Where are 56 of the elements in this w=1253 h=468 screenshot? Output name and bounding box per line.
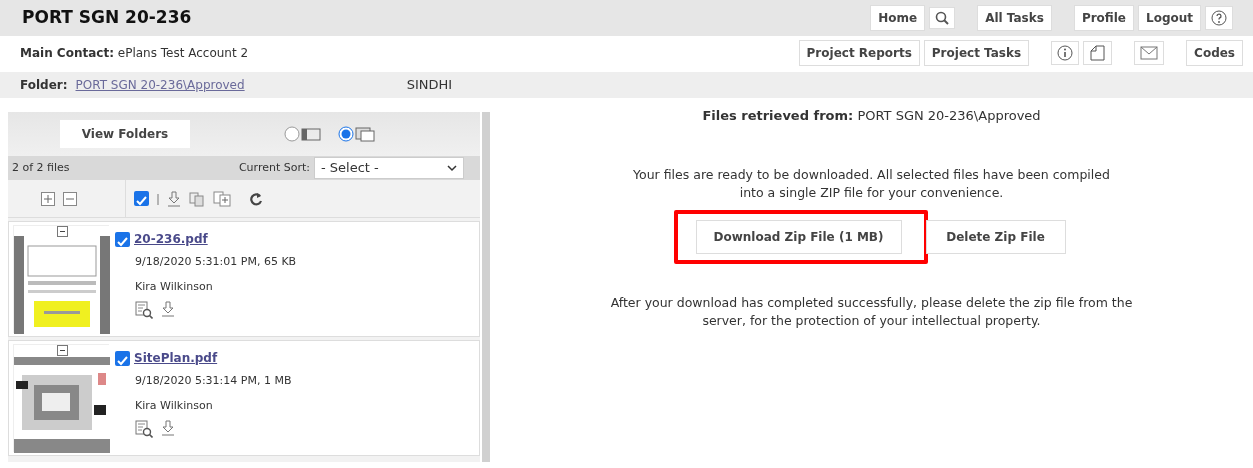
main-contact: Main Contact: ePlans Test Account 2: [20, 45, 249, 62]
info-icon: [1057, 45, 1074, 61]
select-all-checkbox[interactable]: [134, 191, 149, 206]
expand-icon[interactable]: [41, 191, 55, 206]
file-link[interactable]: 20-236.pdf: [134, 230, 208, 248]
page-title: PORT SGN 20-236: [22, 6, 192, 30]
note-button[interactable]: [1083, 41, 1113, 65]
help-icon: [1211, 10, 1227, 26]
help-button[interactable]: [1205, 6, 1233, 30]
nav-button[interactable]: Codes: [1186, 40, 1243, 66]
info-button[interactable]: [1051, 41, 1080, 65]
file-checkbox[interactable]: [115, 231, 130, 247]
radio-button[interactable]: [338, 126, 354, 142]
ready-message: Your files are ready to be downloaded. All selected files have been compiled into a single ZIP file for your convenience.: [632, 165, 1111, 202]
file-link[interactable]: SitePlan.pdf: [134, 349, 218, 367]
download-icon[interactable]: [161, 420, 175, 436]
chevron-icon: [447, 164, 457, 172]
sort-select[interactable]: - Select -: [314, 157, 464, 179]
collapse-icon[interactable]: [57, 226, 68, 237]
nav-button[interactable]: All Tasks: [977, 5, 1052, 31]
merge-icon[interactable]: [213, 190, 231, 207]
nav-button[interactable]: Home: [870, 5, 926, 31]
nav-button[interactable]: Profile: [1073, 5, 1134, 31]
nav-button[interactable]: Logout: [1138, 5, 1201, 31]
file-checkbox[interactable]: [115, 350, 130, 366]
copy-icon[interactable]: [189, 190, 205, 207]
nav-button[interactable]: Project Tasks: [923, 40, 1030, 66]
radio-button[interactable]: [284, 126, 300, 142]
view-folders-button[interactable]: View Folders: [60, 120, 190, 148]
user-name: SINDHI: [406, 76, 453, 95]
folder-link[interactable]: PORT SGN 20-236\Approved: [75, 76, 245, 94]
search-button[interactable]: [929, 7, 956, 29]
file-count: 2 of 2 files: [12, 159, 70, 176]
preview-icon[interactable]: [135, 301, 153, 319]
note-icon: [1089, 45, 1107, 61]
file-details: 9/18/2020 5:31:14 PM, 1 MB: [135, 373, 292, 389]
nav-button[interactable]: Project Reports: [798, 40, 920, 66]
collapse-icon[interactable]: [57, 345, 68, 356]
zip-button[interactable]: Download Zip File (1 MB): [695, 219, 902, 254]
zip-button[interactable]: Delete Zip File: [925, 219, 1066, 254]
folder-label: Folder:: [20, 77, 68, 94]
sort-label: Current Sort:: [238, 159, 310, 176]
file-details: 9/18/2020 5:31:01 PM, 65 KB: [135, 254, 297, 270]
search-icon: [935, 11, 950, 25]
preview-icon[interactable]: [135, 420, 153, 438]
download-icon[interactable]: [167, 190, 181, 207]
separator-icon: [157, 191, 159, 206]
single-pane-icon: [300, 126, 322, 142]
delete-note: After your download has completed successfully, please delete the zip file from the server, for the protection of your intellectual property.: [609, 293, 1134, 330]
file-author: Kira Wilkinson: [135, 278, 214, 295]
download-icon[interactable]: [161, 301, 175, 317]
mail-icon: [1140, 45, 1159, 61]
source-info: Files retrieved from: PORT SGN 20-236\Approved: [701, 107, 1042, 125]
file-author: Kira Wilkinson: [135, 397, 214, 414]
refresh-icon[interactable]: [249, 191, 263, 206]
split-pane-icon: [354, 126, 376, 142]
